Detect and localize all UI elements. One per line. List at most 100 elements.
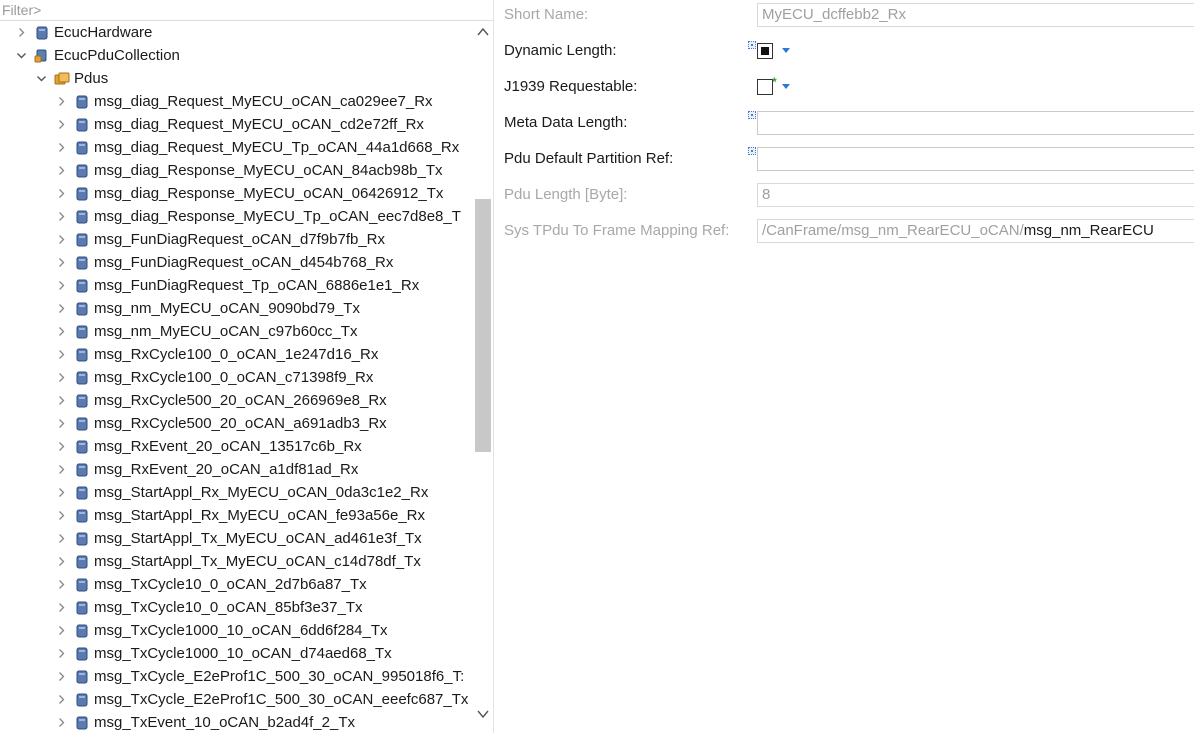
tree-item[interactable]: msg_nm_MyECU_oCAN_9090bd79_Tx <box>54 297 360 320</box>
chevron-down-icon[interactable] <box>14 50 28 61</box>
scroll-up-icon[interactable] <box>476 25 490 39</box>
chevron-right-icon[interactable] <box>54 303 68 314</box>
chevron-right-icon[interactable] <box>54 188 68 199</box>
chevron-right-icon[interactable] <box>54 694 68 705</box>
tree-item[interactable]: EcucPduCollection <box>14 44 180 67</box>
tree-item[interactable]: msg_StartAppl_Rx_MyECU_oCAN_fe93a56e_Rx <box>54 504 425 527</box>
tree-item-label: msg_StartAppl_Tx_MyECU_oCAN_ad461e3f_Tx <box>94 530 422 547</box>
tree-item[interactable]: msg_TxCycle1000_10_oCAN_d74aed68_Tx <box>54 642 392 665</box>
tree-item[interactable]: EcucHardware <box>14 21 152 44</box>
chevron-right-icon[interactable] <box>54 671 68 682</box>
chevron-right-icon[interactable] <box>54 602 68 613</box>
chevron-right-icon[interactable] <box>54 395 68 406</box>
pdu-icon <box>74 278 90 294</box>
sys-tpdu-mapping-field[interactable]: /CanFrame/msg_nm_RearECU_oCAN/msg_nm_Rea… <box>757 219 1194 243</box>
tree-item[interactable]: msg_diag_Request_MyECU_Tp_oCAN_44a1d668_… <box>54 136 459 159</box>
pdu-icon <box>74 692 90 708</box>
tree-item-label: msg_RxEvent_20_oCAN_a1df81ad_Rx <box>94 461 359 478</box>
scroll-down-icon[interactable] <box>476 707 490 721</box>
tree-item[interactable]: msg_RxCycle100_0_oCAN_1e247d16_Rx <box>54 343 378 366</box>
tree-item[interactable]: msg_TxCycle_E2eProf1C_500_30_oCAN_995018… <box>54 665 464 688</box>
tree-item[interactable]: msg_StartAppl_Tx_MyECU_oCAN_ad461e3f_Tx <box>54 527 422 550</box>
tree-item[interactable]: msg_FunDiagRequest_oCAN_d7f9b7fb_Rx <box>54 228 385 251</box>
tree-item-label: msg_TxCycle_E2eProf1C_500_30_oCAN_995018… <box>94 668 465 685</box>
chevron-right-icon[interactable] <box>54 142 68 153</box>
default-value-icon <box>748 111 756 119</box>
mapping-path-prefix: /CanFrame/msg_nm_RearECU_oCAN/ <box>762 222 1024 239</box>
chevron-right-icon[interactable] <box>54 96 68 107</box>
tree-item[interactable]: msg_diag_Request_MyECU_oCAN_cd2e72ff_Rx <box>54 113 424 136</box>
chevron-down-icon[interactable] <box>34 73 48 84</box>
tree-item[interactable]: msg_RxCycle500_20_oCAN_266969e8_Rx <box>54 389 387 412</box>
j1939-requestable-checkbox[interactable] <box>757 79 773 95</box>
chevron-right-icon[interactable] <box>54 533 68 544</box>
tree-item[interactable]: msg_TxCycle10_0_oCAN_2d7b6a87_Tx <box>54 573 367 596</box>
chevron-right-icon[interactable] <box>54 119 68 130</box>
ecuc-tree: EcucHardware EcucPduCollection Pdus msg_dia… <box>0 21 472 733</box>
tree-item[interactable]: msg_TxCycle1000_10_oCAN_6dd6f284_Tx <box>54 619 388 642</box>
chevron-right-icon[interactable] <box>54 418 68 429</box>
meta-data-length-field[interactable] <box>757 111 1194 135</box>
tree-item[interactable]: Pdus <box>34 67 108 90</box>
pdu-icon <box>74 255 90 271</box>
pdu-length-field[interactable]: 8 <box>757 183 1194 207</box>
tree-item[interactable]: msg_StartAppl_Rx_MyECU_oCAN_0da3c1e2_Rx <box>54 481 428 504</box>
tree-item-label: msg_TxCycle_E2eProf1C_500_30_oCAN_eeefc6… <box>94 691 469 708</box>
pdu-icon <box>74 485 90 501</box>
tree-item[interactable]: msg_TxCycle_E2eProf1C_500_30_oCAN_eeefc6… <box>54 688 468 711</box>
tree-item[interactable]: msg_RxCycle100_0_oCAN_c71398f9_Rx <box>54 366 373 389</box>
tree-item[interactable]: msg_StartAppl_Tx_MyECU_oCAN_c14d78df_Tx <box>54 550 421 573</box>
tree-item[interactable]: msg_FunDiagRequest_oCAN_d454b768_Rx <box>54 251 393 274</box>
chevron-right-icon[interactable] <box>54 234 68 245</box>
tree-item[interactable]: msg_diag_Response_MyECU_Tp_oCAN_eec7d8e8… <box>54 205 461 228</box>
tree-scrollbar[interactable] <box>472 21 493 733</box>
tree-item-label: msg_nm_MyECU_oCAN_9090bd79_Tx <box>94 300 360 317</box>
filter-input[interactable] <box>0 0 493 21</box>
chevron-right-icon[interactable] <box>54 372 68 383</box>
chevron-down-icon[interactable] <box>781 47 791 55</box>
pdu-icon <box>74 439 90 455</box>
tree-item-label: EcucPduCollection <box>54 47 180 64</box>
chevron-right-icon[interactable] <box>54 510 68 521</box>
chevron-right-icon[interactable] <box>54 349 68 360</box>
tree-item-label: msg_TxCycle10_0_oCAN_85bf3e37_Tx <box>94 599 363 616</box>
tree-item[interactable]: msg_TxEvent_10_oCAN_b2ad4f_2_Tx <box>54 711 355 733</box>
dynamic-length-checkbox[interactable] <box>757 43 773 59</box>
pdu-icon <box>74 393 90 409</box>
tree-item[interactable]: msg_diag_Response_MyECU_oCAN_84acb98b_Tx <box>54 159 443 182</box>
chevron-right-icon[interactable] <box>54 625 68 636</box>
tree-item[interactable]: msg_FunDiagRequest_Tp_oCAN_6886e1e1_Rx <box>54 274 419 297</box>
tree-item-label: msg_nm_MyECU_oCAN_c97b60cc_Tx <box>94 323 358 340</box>
chevron-right-icon[interactable] <box>54 165 68 176</box>
tree-item[interactable]: msg_nm_MyECU_oCAN_c97b60cc_Tx <box>54 320 357 343</box>
short-name-field[interactable]: MyECU_dcffebb2_Rx <box>757 3 1194 27</box>
chevron-right-icon[interactable] <box>14 27 28 38</box>
chevron-right-icon[interactable] <box>54 556 68 567</box>
chevron-right-icon[interactable] <box>54 717 68 728</box>
scroll-thumb[interactable] <box>475 199 491 452</box>
chevron-down-icon[interactable] <box>781 83 791 91</box>
chevron-right-icon[interactable] <box>54 211 68 222</box>
tree-item[interactable]: msg_TxCycle10_0_oCAN_85bf3e37_Tx <box>54 596 362 619</box>
chevron-right-icon[interactable] <box>54 326 68 337</box>
modified-star-icon: * <box>772 75 777 89</box>
tree-item[interactable]: msg_diag_Response_MyECU_oCAN_06426912_Tx <box>54 182 443 205</box>
chevron-right-icon[interactable] <box>54 280 68 291</box>
chevron-right-icon[interactable] <box>54 487 68 498</box>
chevron-right-icon[interactable] <box>54 579 68 590</box>
pdu-icon <box>74 715 90 731</box>
tree-item-label: msg_RxEvent_20_oCAN_13517c6b_Rx <box>94 438 362 455</box>
chevron-right-icon[interactable] <box>54 257 68 268</box>
tree-item[interactable]: msg_RxEvent_20_oCAN_a1df81ad_Rx <box>54 458 358 481</box>
tree-item-label: msg_RxCycle100_0_oCAN_c71398f9_Rx <box>94 369 374 386</box>
chevron-right-icon[interactable] <box>54 648 68 659</box>
tree-item[interactable]: msg_diag_Request_MyECU_oCAN_ca029ee7_Rx <box>54 90 433 113</box>
chevron-right-icon[interactable] <box>54 464 68 475</box>
tree-item[interactable]: msg_RxEvent_20_oCAN_13517c6b_Rx <box>54 435 362 458</box>
tree-item[interactable]: msg_RxCycle500_20_oCAN_a691adb3_Rx <box>54 412 387 435</box>
chevron-right-icon[interactable] <box>54 441 68 452</box>
pdu-icon <box>74 623 90 639</box>
tree-item-label: msg_TxCycle10_0_oCAN_2d7b6a87_Tx <box>94 576 367 593</box>
pdu-icon <box>74 462 90 478</box>
pdu-default-partition-ref-field[interactable] <box>757 147 1194 171</box>
